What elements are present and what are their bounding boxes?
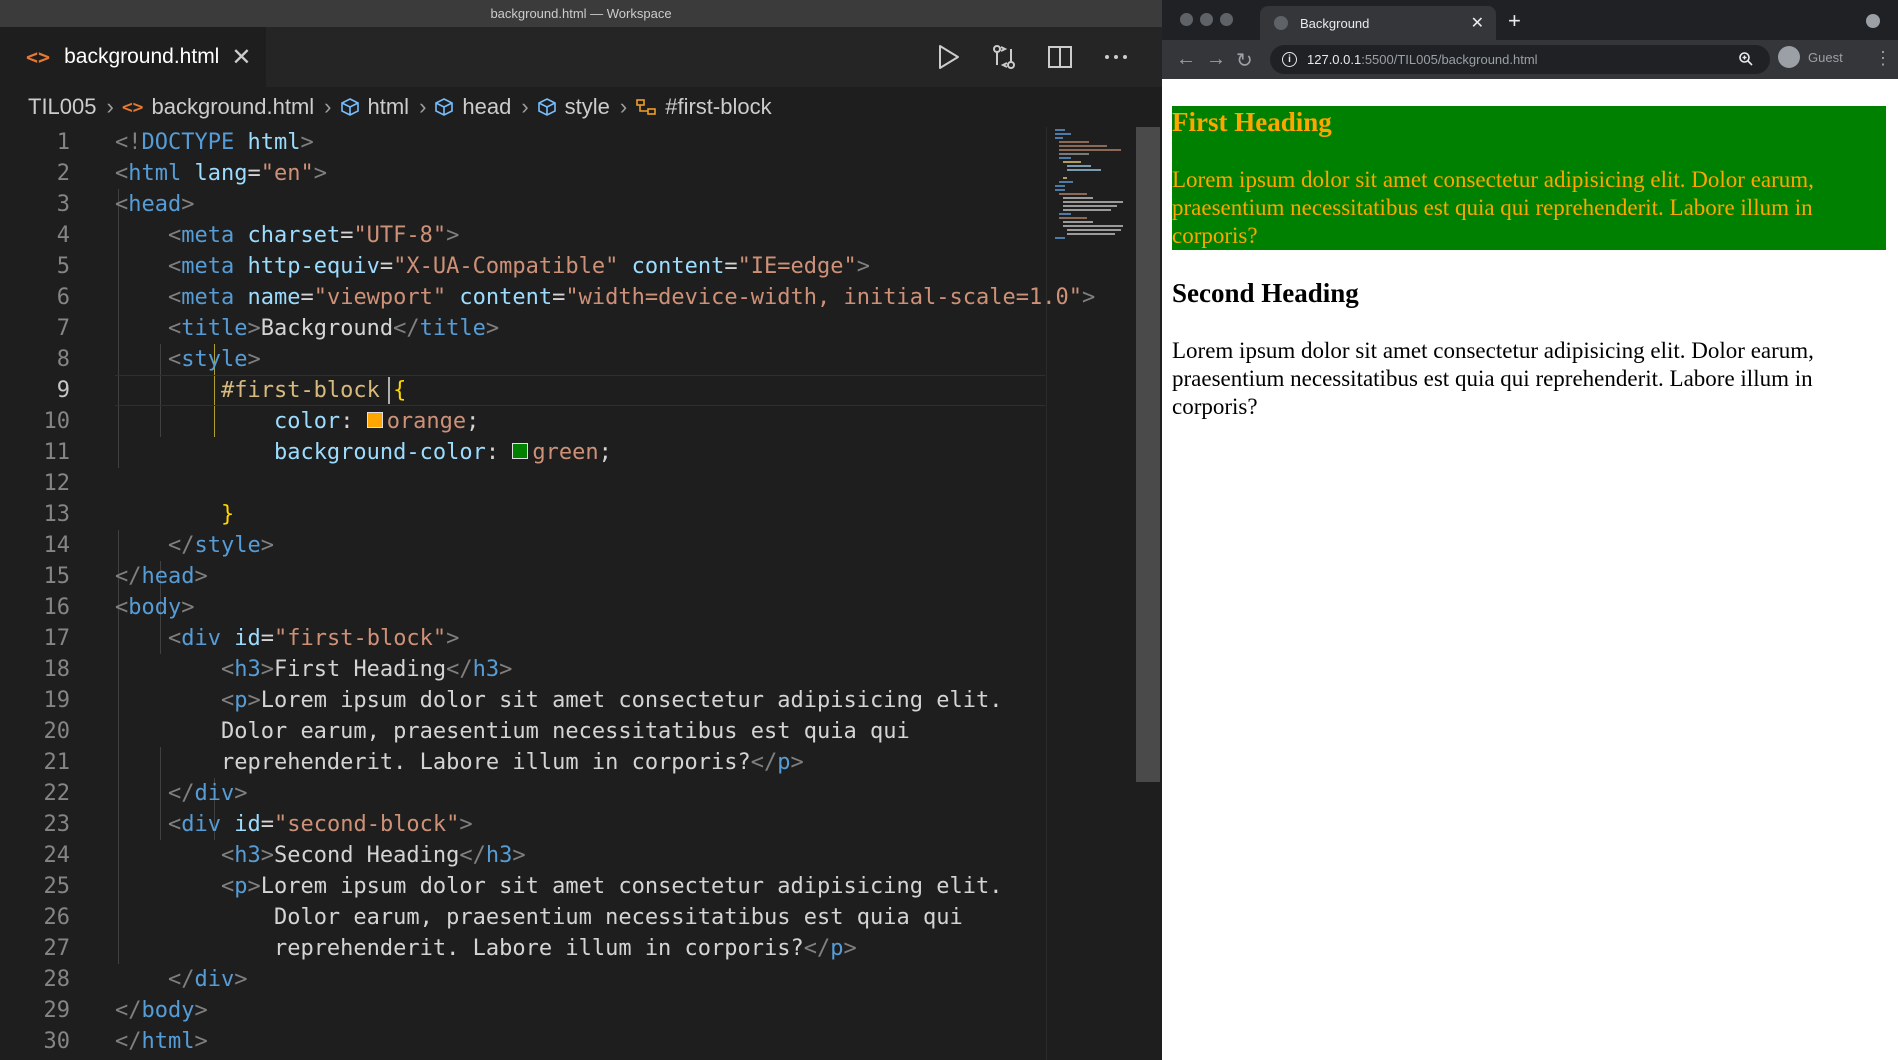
close-tab-icon[interactable]: ✕ (1471, 13, 1484, 33)
compare-changes-icon[interactable] (988, 42, 1020, 72)
code-line: 19 <p>Lorem ipsum dolor sit amet consect… (43, 688, 1003, 713)
zoom-window-dot[interactable] (1220, 13, 1233, 26)
first-paragraph: Lorem ipsum dolor sit amet consectetur a… (1172, 167, 1814, 248)
code-line: 7 <title>Background</title> (56, 316, 500, 341)
minimap[interactable] (1046, 127, 1137, 1060)
first-block: First Heading Lorem ipsum dolor sit amet… (1172, 106, 1886, 250)
code-line: 13 } (43, 502, 235, 527)
editor-tab-bar: <> background.html ✕ (0, 27, 1162, 87)
code-line-current: 9 #first-block { (56, 378, 407, 403)
second-heading: Second Heading (1172, 278, 1359, 308)
code-line: 27 reprehenderit. Labore illum in corpor… (43, 936, 857, 961)
tab-label: background.html (64, 45, 220, 68)
more-menu-icon[interactable]: ⋮ (1874, 48, 1892, 69)
new-tab-button[interactable]: + (1508, 8, 1521, 34)
code-line: 12 (43, 471, 71, 496)
second-paragraph: Lorem ipsum dolor sit amet consectetur a… (1172, 338, 1814, 419)
reload-icon[interactable]: ↻ (1236, 48, 1253, 73)
code-line: 15 </head> (43, 564, 208, 589)
cube-symbol-icon (537, 97, 557, 117)
code-line: 1 <!DOCTYPE html> (56, 130, 314, 155)
editor-tab-background-html[interactable]: <> background.html ✕ (0, 27, 266, 87)
scrollbar-thumb[interactable] (1136, 127, 1160, 782)
site-info-icon[interactable]: i (1282, 52, 1297, 67)
zoom-icon[interactable] (1738, 51, 1754, 70)
chevron-right-icon: › (619, 94, 628, 119)
more-actions-icon[interactable] (1100, 42, 1132, 72)
code-line: 5 <meta http-equiv="X-UA-Compatible" con… (56, 254, 871, 279)
rendered-page: First Heading Lorem ipsum dolor sit amet… (1162, 79, 1898, 1060)
code-line: 25 <p>Lorem ipsum dolor sit amet consect… (43, 874, 1003, 899)
code-line: 24 <h3>Second Heading</h3> (43, 843, 526, 868)
favicon-globe-icon (1274, 16, 1288, 30)
code-line: 11 background-color: green; (43, 440, 612, 465)
address-bar[interactable]: i 127.0.0.1:5500/TIL005/background.html (1270, 45, 1770, 74)
code-line: 4 <meta charset="UTF-8"> (56, 223, 460, 248)
minimize-window-dot[interactable] (1200, 13, 1213, 26)
code-line: 22 </div> (43, 781, 248, 806)
code-line: 23 <div id="second-block"> (43, 812, 473, 837)
back-arrow-icon[interactable]: ← (1176, 48, 1196, 71)
window-title: background.html — Workspace (0, 0, 1162, 27)
code-area[interactable]: 1 <!DOCTYPE html> 2 <html lang="en"> 3 <hea… (0, 127, 1096, 1060)
code-line: 18 <h3>First Heading</h3> (43, 657, 513, 682)
code-line: 29 </body> (43, 998, 208, 1023)
close-tab-icon[interactable]: ✕ (231, 43, 251, 72)
chevron-right-icon: › (419, 94, 427, 119)
code-line: 3 <head> (56, 192, 195, 217)
code-line: 2 <html lang="en"> (56, 161, 327, 186)
chevron-right-icon: › (106, 94, 114, 119)
browser-tab[interactable]: Background ✕ (1260, 6, 1496, 40)
html-file-icon: <> (26, 45, 51, 69)
code-line: 26 Dolor earum, praesentium necessitatib… (43, 905, 963, 930)
url-host: 127.0.0.1 (1307, 52, 1362, 67)
forward-arrow-icon[interactable]: → (1206, 48, 1226, 71)
browser-tab-strip: Background ✕ + (1162, 0, 1898, 40)
code-line: 21 reprehenderit. Labore illum in corpor… (43, 750, 804, 775)
profile-button[interactable]: Guest (1778, 46, 1843, 68)
split-editor-icon[interactable] (1044, 42, 1076, 72)
url-path: :5500/TIL005/background.html (1361, 52, 1538, 67)
css-selector-icon (635, 97, 657, 117)
code-line: 17 <div id="first-block"> (43, 626, 460, 651)
chevron-right-icon: › (324, 94, 332, 119)
code-line: 30 </html> (43, 1029, 208, 1054)
browser-tab-title: Background (1300, 15, 1370, 31)
run-icon[interactable] (933, 42, 965, 72)
code-line: 10 color: orange; (43, 409, 480, 434)
breadcrumb-item-style[interactable]: style (537, 94, 610, 120)
code-line: 20 Dolor earum, praesentium necessitatib… (43, 719, 910, 744)
close-window-dot[interactable] (1180, 13, 1193, 26)
breadcrumb-item-selector[interactable]: #first-block (635, 94, 772, 120)
breadcrumb-item-file[interactable]: <> background.html (122, 94, 314, 120)
guest-avatar-icon (1778, 46, 1800, 68)
color-swatch[interactable] (366, 412, 383, 428)
cube-symbol-icon (340, 97, 360, 117)
cube-symbol-icon (434, 97, 454, 117)
code-line: 8 <style> (56, 347, 261, 372)
code-line: 14 </style> (43, 533, 274, 558)
code-editor: background.html — Workspace <> backgroun… (0, 0, 1162, 1060)
breadcrumb: TIL005 › <> background.html › html › head… (0, 87, 1162, 127)
browser-window: Background ✕ + ← → ↻ i 127.0.0.1:5500/TI… (1162, 0, 1898, 1060)
code-line: 6 <meta name="viewport" content="width=d… (56, 285, 1096, 310)
breadcrumb-item-folder[interactable]: TIL005 (28, 94, 97, 120)
code-line: 28 </div> (43, 967, 248, 992)
text-cursor (388, 377, 390, 404)
breadcrumb-item-html[interactable]: html (340, 94, 409, 120)
first-heading: First Heading (1172, 107, 1332, 137)
html-file-icon: <> (121, 96, 144, 118)
color-swatch[interactable] (512, 443, 529, 459)
code-line: 16 <body> (43, 595, 195, 620)
breadcrumb-item-head[interactable]: head (434, 94, 511, 120)
chevron-right-icon: › (521, 94, 529, 119)
tab-search-icon[interactable] (1866, 14, 1880, 28)
browser-toolbar: ← → ↻ i 127.0.0.1:5500/TIL005/background… (1162, 40, 1898, 79)
